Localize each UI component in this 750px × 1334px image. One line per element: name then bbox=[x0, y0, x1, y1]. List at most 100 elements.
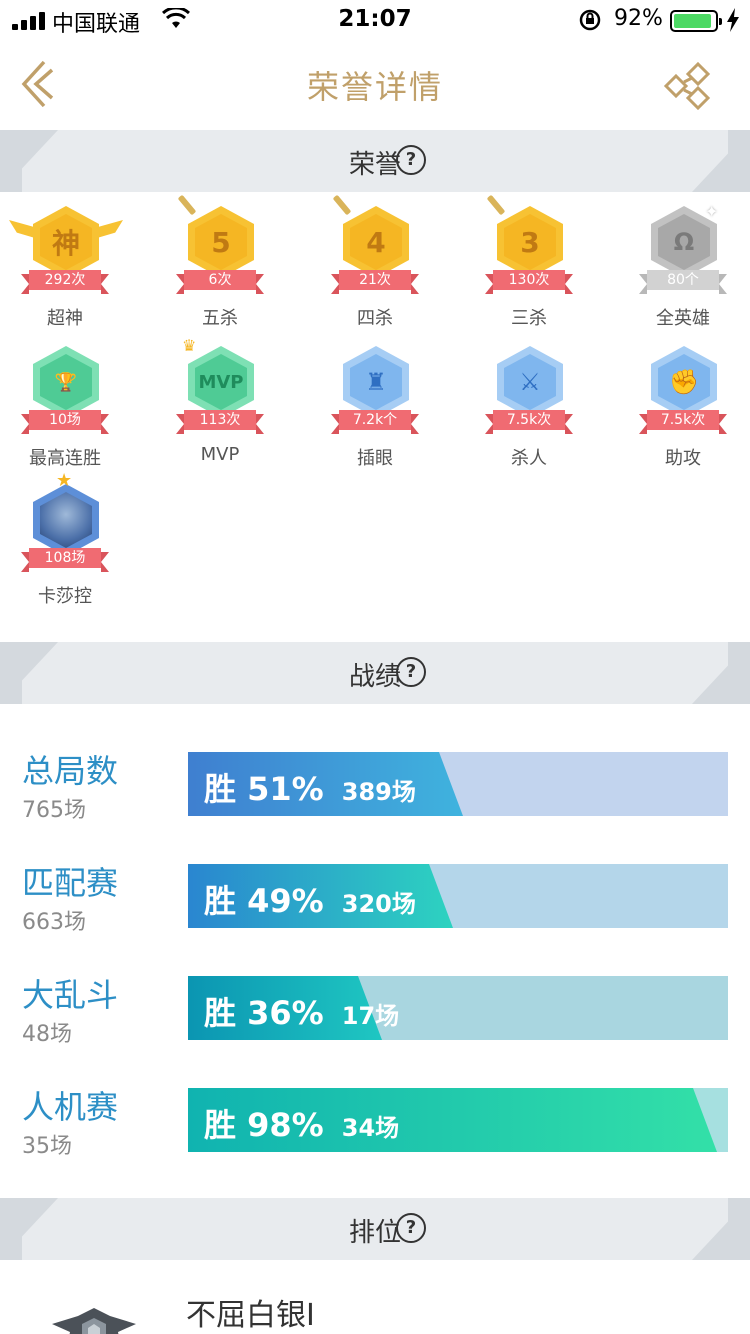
honor-count: 130次 bbox=[508, 272, 550, 288]
honor-count: 113次 bbox=[199, 412, 241, 428]
honor-count: 292次 bbox=[44, 272, 86, 288]
honor-item[interactable]: Ω ✦ 80个 全英雄 bbox=[618, 192, 748, 329]
honor-name: 助攻 bbox=[665, 448, 701, 469]
honor-name: 卡莎控 bbox=[38, 586, 92, 607]
wins-count: 389场 bbox=[341, 778, 416, 806]
honor-name: 三杀 bbox=[511, 308, 547, 329]
badge-ribbon: 113次 bbox=[176, 410, 264, 434]
honor-name: 四杀 bbox=[357, 308, 393, 329]
badge-ribbon: 130次 bbox=[485, 270, 573, 294]
sword-icon bbox=[177, 194, 197, 216]
badge-ribbon: 7.2k个 bbox=[331, 410, 419, 434]
honor-count: 21次 bbox=[359, 272, 391, 288]
wins-count: 34场 bbox=[341, 1114, 400, 1142]
navigation-bar: 荣誉详情 bbox=[0, 40, 750, 130]
battery-percent: 92% bbox=[614, 6, 663, 31]
badge-ribbon: 21次 bbox=[331, 270, 419, 294]
win-rate-bar: 胜 98% 34场 bbox=[188, 1088, 728, 1152]
help-icon[interactable]: ? bbox=[396, 1213, 426, 1243]
ward-badge-icon: ♜ 7.2k个 bbox=[331, 340, 419, 434]
honor-count: 108场 bbox=[44, 550, 86, 566]
honor-item[interactable]: 🏆 10场最高连胜 bbox=[0, 332, 130, 469]
honor-count: 6次 bbox=[208, 272, 232, 288]
game-mode-label: 匹配赛 bbox=[22, 864, 119, 902]
rank-row[interactable]: 不屈白银I bbox=[0, 1260, 750, 1334]
wing-icon bbox=[97, 220, 123, 238]
record-row[interactable]: 人机赛 35场 胜 98% 34场 bbox=[0, 1042, 750, 1159]
badge-ribbon: 7.5k次 bbox=[639, 410, 727, 434]
honor-name: MVP bbox=[200, 444, 240, 465]
honor-name: 杀人 bbox=[511, 448, 547, 469]
rotation-lock-icon bbox=[579, 9, 601, 31]
badge-ribbon: 108场 bbox=[21, 548, 109, 572]
win-percent: 胜 49% bbox=[204, 882, 324, 920]
badge-ribbon: 10场 bbox=[21, 410, 109, 434]
help-icon[interactable]: ? bbox=[396, 657, 426, 687]
honor-count: 7.5k次 bbox=[660, 412, 706, 428]
kaisa-champion-badge-icon: ★ 108场 bbox=[21, 470, 109, 572]
mvp-badge-icon: MVP ♛ 113次 bbox=[176, 336, 264, 434]
win-percent: 胜 98% bbox=[204, 1106, 324, 1144]
win-rate-label: 胜 51% 389场 bbox=[204, 764, 416, 810]
section-title-rank: 排位 bbox=[348, 1218, 401, 1248]
honor-item[interactable]: ⚔ 7.5k次杀人 bbox=[464, 332, 594, 469]
honor-item[interactable]: 神 292次超神 bbox=[0, 192, 130, 329]
section-header-honors: 荣誉 ? bbox=[0, 130, 750, 192]
share-icon[interactable] bbox=[662, 60, 712, 110]
help-icon[interactable]: ? bbox=[396, 145, 426, 175]
honor-name: 超神 bbox=[47, 308, 83, 329]
honor-item[interactable]: 5 6次 五杀 bbox=[155, 192, 285, 329]
honor-item[interactable]: 3 130次三杀 bbox=[464, 192, 594, 329]
honor-count: 80个 bbox=[667, 272, 699, 288]
rank-tier: 不屈白银I bbox=[186, 1298, 315, 1333]
record-row[interactable]: 大乱斗 48场胜 36% 17场 bbox=[0, 930, 750, 1047]
honor-item[interactable]: MVP ♛ 113次 MVP bbox=[155, 332, 285, 465]
game-mode-label: 人机赛 bbox=[22, 1088, 119, 1126]
record-row[interactable]: 匹配赛 663场胜 49% 320场 bbox=[0, 818, 750, 935]
honors-grid: 神 292次 超神 5 6次 五杀 4 21次 四杀 3 130次 三杀 Ω ✦ 80个 全英雄 🏆 10场 最高连… bbox=[0, 192, 750, 642]
sword-icon bbox=[332, 194, 352, 216]
badge-ribbon: 7.5k次 bbox=[485, 410, 573, 434]
crown-icon: ♛ bbox=[182, 336, 197, 355]
total-games: 35场 bbox=[22, 1134, 72, 1159]
honor-count: 7.5k次 bbox=[506, 412, 552, 428]
kills-badge-icon: ⚔ 7.5k次 bbox=[485, 340, 573, 434]
honor-item[interactable]: ✊ 7.5k次助攻 bbox=[618, 332, 748, 469]
badge-ribbon: 80个 bbox=[639, 270, 727, 294]
godlike-badge-icon: 神 292次 bbox=[9, 200, 123, 294]
badge-ribbon: 6次 bbox=[176, 270, 264, 294]
silver-rank-emblem-icon bbox=[52, 1308, 136, 1334]
wins-count: 320场 bbox=[341, 890, 416, 918]
win-streak-badge-icon: 🏆 10场 bbox=[21, 340, 109, 434]
honor-item[interactable]: ♜ 7.2k个插眼 bbox=[310, 332, 440, 469]
honor-name: 全英雄 bbox=[656, 308, 710, 329]
honor-count: 10场 bbox=[49, 412, 81, 428]
penta-kill-badge-icon: 5 6次 bbox=[176, 194, 264, 294]
section-title-honors: 荣誉 bbox=[348, 150, 401, 180]
record-row[interactable]: 总局数 765场胜 51% 389场 bbox=[0, 706, 750, 823]
badge-ribbon: 292次 bbox=[21, 270, 109, 294]
honor-name: 插眼 bbox=[357, 448, 393, 469]
status-bar: 中国联通 21:07 92% bbox=[0, 0, 750, 40]
charging-bolt-icon bbox=[727, 8, 739, 32]
win-rate-bar: 胜 36% 17场 bbox=[188, 976, 728, 1040]
honor-item[interactable]: ★ 108场卡莎控 bbox=[0, 470, 130, 607]
honor-name: 最高连胜 bbox=[29, 448, 101, 469]
honor-item[interactable]: 4 21次四杀 bbox=[310, 192, 440, 329]
section-title-record: 战绩 bbox=[348, 662, 401, 692]
sparkle-icon: ✦ bbox=[705, 202, 719, 221]
win-rate-label: 胜 36% 17场 bbox=[204, 988, 399, 1034]
record-list: 总局数 765场胜 51% 389场 匹配赛 663场胜 49% 320场 大乱斗 48场胜 … bbox=[0, 706, 750, 1196]
star-icon: ★ bbox=[56, 470, 73, 491]
game-mode-label: 大乱斗 bbox=[22, 976, 119, 1014]
win-rate-bar: 胜 51% 389场 bbox=[188, 752, 728, 816]
triple-kill-badge-icon: 3 130次 bbox=[485, 194, 573, 294]
section-header-rank: 排位 ? bbox=[0, 1198, 750, 1260]
assists-badge-icon: ✊ 7.5k次 bbox=[639, 340, 727, 434]
quadra-kill-badge-icon: 4 21次 bbox=[331, 194, 419, 294]
page-title: 荣誉详情 bbox=[306, 68, 443, 106]
honor-count: 7.2k个 bbox=[352, 412, 398, 428]
win-rate-label: 胜 49% 320场 bbox=[204, 876, 416, 922]
game-mode-label: 总局数 bbox=[22, 752, 119, 790]
section-header-record: 战绩 ? bbox=[0, 642, 750, 704]
